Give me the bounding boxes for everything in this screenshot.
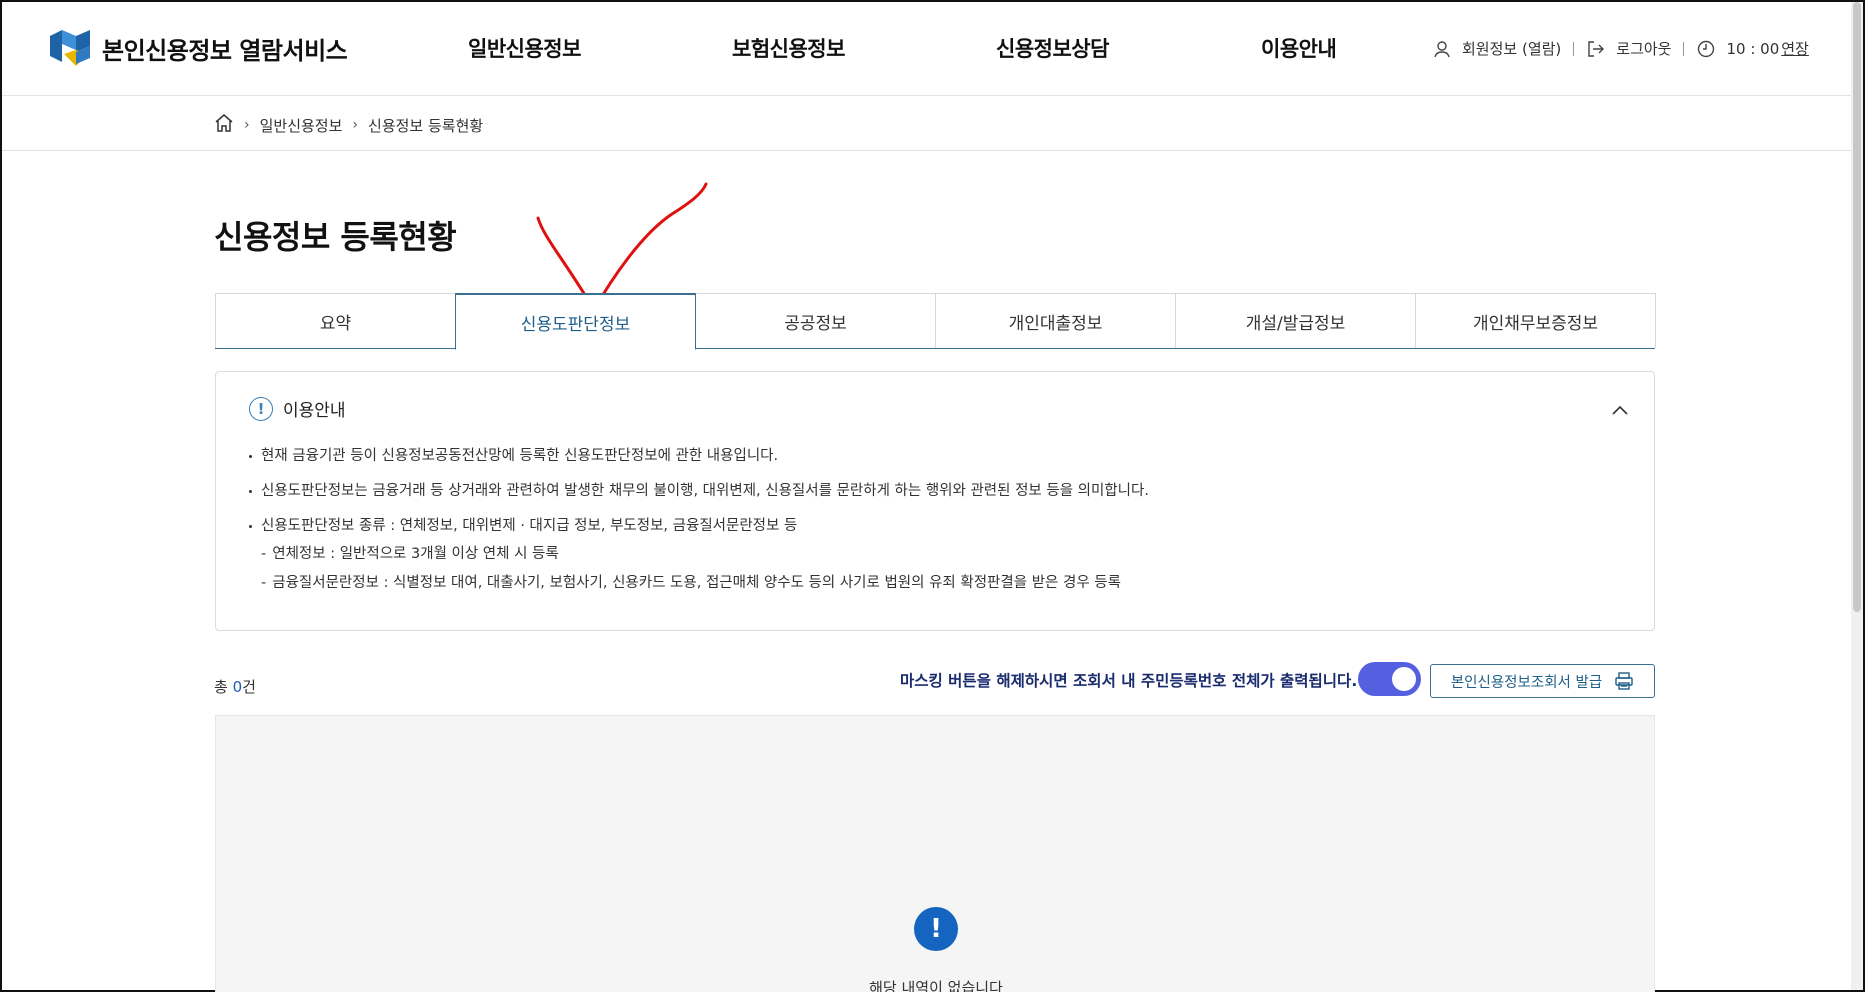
logo-text: 본인신용정보 열람서비스 xyxy=(102,36,348,65)
list-item: 신용도판단정보 종류 : 연체정보, 대위변제 · 대지급 정보, 부도정보, … xyxy=(249,519,797,534)
breadcrumb-bar: › 일반신용정보 › 신용정보 등록현황 xyxy=(2,97,1863,151)
scrollbar[interactable] xyxy=(1851,2,1863,990)
empty-result-panel: ! 해당 내역이 없습니다 xyxy=(215,715,1655,992)
divider xyxy=(1683,41,1685,56)
tab-personal-loan[interactable]: 개인대출정보 xyxy=(935,293,1176,348)
utility-menu: 회원정보 (열람) 로그아웃 10 : 00 연장 xyxy=(1432,38,1809,59)
usage-guide-header: ! 이용안내 xyxy=(249,396,346,421)
toggle-knob xyxy=(1392,667,1416,691)
nav-credit-consult[interactable]: 신용정보상담 xyxy=(996,33,1109,63)
nav-insurance-credit[interactable]: 보험신용정보 xyxy=(732,33,845,63)
masking-toggle[interactable] xyxy=(1358,662,1421,696)
masking-notice: 마스킹 버튼을 해제하시면 조회서 내 주민등록번호 전체가 출력됩니다. xyxy=(900,672,1358,690)
issue-report-button[interactable]: 본인신용정보조회서 발급 xyxy=(1430,664,1655,698)
usage-guide-title: 이용안내 xyxy=(283,401,346,421)
breadcrumb-item-general[interactable]: 일반신용정보 xyxy=(260,115,343,136)
divider xyxy=(1573,41,1575,56)
tab-public-info[interactable]: 공공정보 xyxy=(695,293,936,348)
scrollbar-thumb[interactable] xyxy=(1853,2,1861,612)
page-title: 신용정보 등록현황 xyxy=(214,218,457,256)
breadcrumb: › 일반신용정보 › 신용정보 등록현황 xyxy=(214,113,483,137)
tab-bar: 요약 신용도판단정보 공공정보 개인대출정보 개설/발급정보 개인채무보증정보 xyxy=(215,293,1656,350)
logout-icon xyxy=(1586,39,1606,59)
tab-summary[interactable]: 요약 xyxy=(215,293,456,348)
logo[interactable]: 본인신용정보 열람서비스 xyxy=(46,28,348,68)
usage-guide-panel: ! 이용안내 현재 금융기관 등이 신용정보공동전산망에 등록한 신용도판단정보… xyxy=(215,371,1655,631)
printer-icon xyxy=(1614,672,1634,690)
tab-debt-guarantee[interactable]: 개인채무보증정보 xyxy=(1415,293,1656,348)
breadcrumb-item-current: 신용정보 등록현황 xyxy=(368,116,484,135)
sub-list-item: - 연체정보 : 일반적으로 3개월 이상 연체 시 등록 xyxy=(261,546,559,562)
tab-account-issuance[interactable]: 개설/발급정보 xyxy=(1175,293,1416,348)
user-icon xyxy=(1432,39,1452,59)
nav-guide[interactable]: 이용안내 xyxy=(1261,33,1337,63)
result-count: 총 0건 xyxy=(214,678,256,696)
member-info-link[interactable]: 회원정보 (열람) xyxy=(1462,38,1561,59)
count-value: 0 xyxy=(232,678,243,696)
list-item: 현재 금융기관 등이 신용정보공동전산망에 등록한 신용도판단정보에 관한 내용… xyxy=(249,449,778,464)
clock-icon xyxy=(1696,39,1716,59)
extend-session-link[interactable]: 연장 xyxy=(1781,38,1809,59)
session-timer: 10 : 00 xyxy=(1726,39,1780,58)
logout-link[interactable]: 로그아웃 xyxy=(1616,38,1671,59)
nav-general-credit[interactable]: 일반신용정보 xyxy=(468,33,581,63)
home-icon[interactable] xyxy=(214,113,234,137)
top-header: 본인신용정보 열람서비스 일반신용정보 보험신용정보 신용정보상담 이용안내 회… xyxy=(2,2,1863,96)
list-item: 신용도판단정보는 금융거래 등 상거래와 관련하여 발생한 채무의 불이행, 대… xyxy=(249,484,1149,499)
chevron-right-icon: › xyxy=(352,117,359,133)
alert-icon: ! xyxy=(914,907,958,951)
chevron-up-icon[interactable] xyxy=(1612,400,1628,419)
cis-logo-icon xyxy=(46,28,94,68)
info-icon: ! xyxy=(249,396,273,421)
empty-message: 해당 내역이 없습니다 xyxy=(869,979,1003,992)
tab-credit-judgment[interactable]: 신용도판단정보 xyxy=(455,293,696,350)
chevron-right-icon: › xyxy=(244,117,250,133)
sub-list-item: - 금융질서문란정보 : 식별정보 대여, 대출사기, 보험사기, 신용카드 도용… xyxy=(261,575,1121,591)
